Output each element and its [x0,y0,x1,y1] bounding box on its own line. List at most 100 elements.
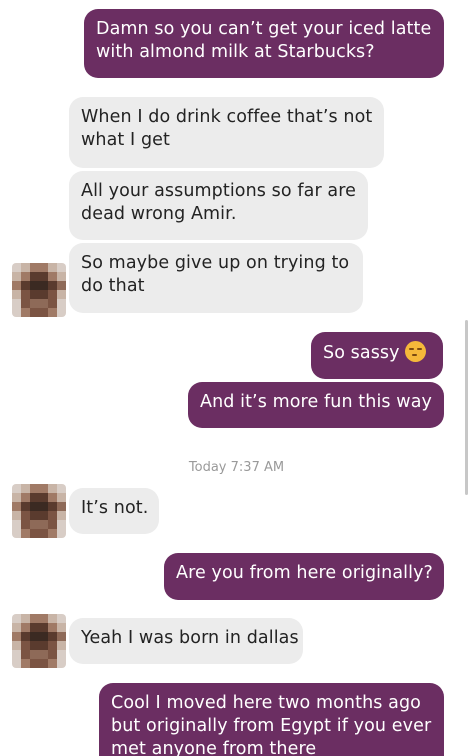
message-incoming[interactable]: So maybe give up on trying to do that [69,243,363,313]
message-line: All your assumptions so far are [81,181,357,201]
message-incoming[interactable]: When I do drink coffee that’s not what I… [69,97,384,168]
message-outgoing[interactable]: And it’s more fun this way [188,382,444,428]
avatar-pixel [21,502,30,511]
avatar-pixel [48,623,57,632]
message-line: met anyone from there [111,739,317,756]
avatar-pixel [30,650,39,659]
message-text: So sassy [323,343,400,363]
avatar-pixel [21,484,30,493]
message-line: Are you from here originally? [176,563,433,583]
avatar-pixel [39,632,48,641]
message-incoming[interactable]: All your assumptions so far are dead wro… [69,171,368,240]
avatar-pixel [48,493,57,502]
avatar-pixel [12,614,21,623]
avatar-pixel [39,263,48,272]
avatar-pixel [21,511,30,520]
avatar-pixel [30,641,39,650]
avatar-pixel [48,308,57,317]
avatar-pixel [48,299,57,308]
avatar-pixel [57,308,66,317]
avatar-pixel [30,623,39,632]
avatar-pixel [57,659,66,668]
avatar-pixel [12,281,21,290]
avatar-pixel [57,511,66,520]
chat-thread[interactable]: Damn so you can’t get your iced latte wi… [0,0,473,756]
message-line: but originally from Egypt if you ever [111,716,432,736]
message-outgoing[interactable]: Are you from here originally? [164,553,444,600]
avatar-pixel [48,290,57,299]
avatar-pixel [21,272,30,281]
avatar-pixel [57,623,66,632]
contact-avatar[interactable] [12,484,66,538]
avatar-pixel [21,493,30,502]
avatar-pixel [57,299,66,308]
avatar-pixel [12,272,21,281]
avatar-pixel [21,614,30,623]
message-line: with almond milk at Starbucks? [96,42,375,62]
message-line: Damn so you can’t get your iced latte [96,19,432,39]
contact-avatar[interactable] [12,263,66,317]
avatar-pixel [57,281,66,290]
avatar-pixel [12,493,21,502]
avatar-pixel [12,511,21,520]
avatar-pixel [39,502,48,511]
avatar-pixel [21,281,30,290]
avatar-pixel [48,520,57,529]
message-line: Cool I moved here two months ago [111,693,421,713]
avatar-pixel [30,263,39,272]
avatar-pixel [48,659,57,668]
avatar-pixel [39,290,48,299]
avatar-pixel [57,502,66,511]
avatar-pixel [48,641,57,650]
message-incoming[interactable]: It’s not. [69,488,159,534]
avatar-pixel [57,650,66,659]
avatar-pixel [39,529,48,538]
message-outgoing[interactable]: Cool I moved here two months ago but ori… [99,683,444,756]
scrollbar[interactable] [465,320,468,495]
avatar-pixel [30,511,39,520]
avatar-pixel [21,529,30,538]
avatar-pixel [12,623,21,632]
avatar-pixel [12,520,21,529]
avatar-pixel [30,290,39,299]
timestamp-day: Today [188,460,227,475]
avatar-pixel [30,308,39,317]
avatar-pixel [12,502,21,511]
message-outgoing[interactable]: So sassy [311,332,443,379]
avatar-pixel [21,632,30,641]
avatar-pixel [39,511,48,520]
avatar-pixel [39,272,48,281]
avatar-pixel [21,641,30,650]
avatar-pixel [12,308,21,317]
message-incoming[interactable]: Yeah I was born in dallas [69,618,303,664]
avatar-pixel [57,520,66,529]
avatar-pixel [12,641,21,650]
avatar-pixel [57,263,66,272]
avatar-pixel [30,529,39,538]
avatar-pixel [57,632,66,641]
avatar-pixel [57,493,66,502]
avatar-pixel [48,263,57,272]
timestamp-time: 7:37 AM [230,460,285,475]
avatar-pixel [39,493,48,502]
avatar-pixel [30,299,39,308]
message-outgoing[interactable]: Damn so you can’t get your iced latte wi… [84,9,444,78]
avatar-pixel [30,484,39,493]
avatar-pixel [57,484,66,493]
avatar-pixel [39,623,48,632]
avatar-pixel [21,308,30,317]
message-line: So maybe give up on trying to [81,253,350,273]
message-line: And it’s more fun this way [200,392,432,412]
avatar-pixel [12,290,21,299]
avatar-pixel [39,659,48,668]
message-line: dead wrong Amir. [81,204,237,224]
avatar-pixel [12,659,21,668]
avatar-pixel [48,632,57,641]
avatar-pixel [21,299,30,308]
avatar-pixel [48,281,57,290]
avatar-pixel [57,290,66,299]
avatar-pixel [39,308,48,317]
avatar-pixel [39,281,48,290]
avatar-pixel [57,614,66,623]
contact-avatar[interactable] [12,614,66,668]
